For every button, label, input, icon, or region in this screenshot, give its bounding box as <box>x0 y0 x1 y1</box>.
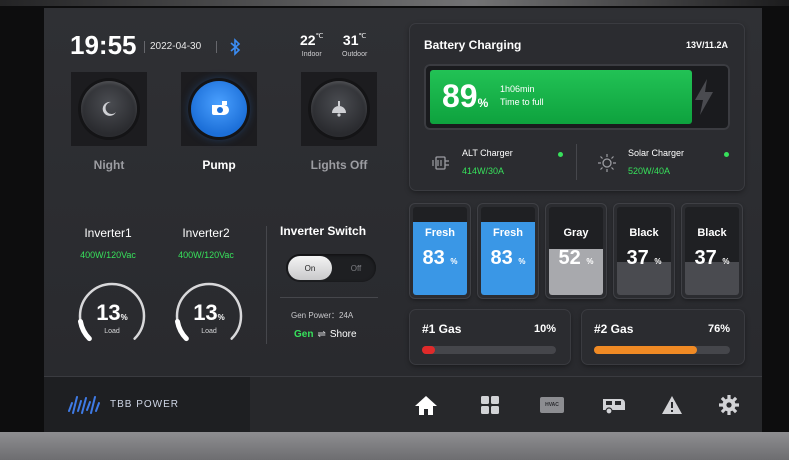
inverter-switch-title: Inverter Switch <box>280 224 367 238</box>
solar-charger-status-dot <box>724 152 729 157</box>
lights-off-button[interactable]: Lights Off <box>301 72 377 172</box>
inverter2-power: 400W/120Vac <box>178 250 234 260</box>
solar-charger-name: Solar Charger <box>628 148 685 158</box>
battery-voltage: 13V/11.2A <box>685 40 728 50</box>
tbb-logo-icon <box>68 396 100 414</box>
gen-power-readout: Gen Power：24A <box>291 311 354 320</box>
bezel-bottom-edge <box>0 432 789 460</box>
solar-charger-power: 520W/40A <box>628 166 671 176</box>
tank-value: 83 % <box>422 247 458 269</box>
inverter1-power: 400W/120Vac <box>80 250 136 260</box>
gas-2-card[interactable]: #2 Gas 76% <box>582 310 744 364</box>
tank-value: 37 % <box>626 247 662 269</box>
shore-source-label: Shore <box>329 329 357 340</box>
screen: 19:55 2022-04-30 22℃ Indoor 31℃ Outdoor … <box>44 8 762 432</box>
hvac-icon: HVAC <box>540 397 564 413</box>
divider <box>266 226 267 344</box>
brand-name: TBB POWER <box>110 399 180 410</box>
ceiling-lamp-icon <box>332 101 346 117</box>
gas-level-track <box>594 346 730 354</box>
gas-level-track <box>422 346 556 354</box>
tank-black-1[interactable]: Black 37 % <box>614 204 674 298</box>
brand-area: TBB POWER <box>44 377 250 432</box>
nav-camper[interactable] <box>600 391 628 419</box>
clock-date: 2022-04-30 <box>150 41 202 52</box>
battery-title: Battery Charging <box>424 38 522 52</box>
clock-time: 19:55 <box>70 30 137 60</box>
bluetooth-icon[interactable] <box>227 38 243 56</box>
camper-icon <box>603 399 625 415</box>
night-mode-button[interactable]: Night <box>71 72 147 172</box>
charging-bolt-icon <box>695 79 713 115</box>
sun-icon <box>598 154 616 172</box>
pump-label: Pump <box>202 158 236 172</box>
inverter1-name: Inverter1 <box>84 226 132 240</box>
alt-charger-name: ALT Charger <box>462 148 513 158</box>
inverter2-panel: Inverter2 400W/120Vac <box>156 226 256 260</box>
toggle-off-label: Off <box>350 263 362 273</box>
tank-name: Fresh <box>425 227 455 239</box>
tank-fresh-2[interactable]: Fresh 83 % <box>478 204 538 298</box>
gas-name: #2 Gas <box>594 322 634 336</box>
tank-gray[interactable]: Gray 52 % <box>546 204 606 298</box>
nav-hvac[interactable]: HVAC <box>538 391 566 419</box>
alt-charger-power: 414W/30A <box>462 166 505 176</box>
tank-name: Black <box>629 227 659 239</box>
power-source-row[interactable]: Gen ⇌ Shore <box>294 329 357 340</box>
tank-value: 37 % <box>694 247 730 269</box>
tank-name: Gray <box>563 227 589 239</box>
battery-percent: 89% <box>442 78 489 114</box>
inverter2-name: Inverter2 <box>182 226 230 240</box>
pump-icon <box>212 101 229 115</box>
warning-icon <box>662 396 682 414</box>
inverter2-load-gauge: 13% Load <box>173 280 245 352</box>
bezel-top-edge <box>0 0 789 6</box>
outdoor-temperature: 31℃ Outdoor <box>342 32 368 58</box>
nav-alerts[interactable] <box>658 391 686 419</box>
inverter1-load-gauge: 13% Load <box>76 280 148 352</box>
nav-dashboard[interactable] <box>476 391 504 419</box>
time-to-full-label: Time to full <box>500 97 544 107</box>
inverter1-panel: Inverter1 400W/120Vac <box>58 226 158 260</box>
tank-name: Black <box>697 227 727 239</box>
tank-black-2[interactable]: Black 37 % <box>682 204 742 298</box>
nav-home[interactable] <box>412 391 440 419</box>
gas-value: 10% <box>533 323 556 335</box>
alternator-icon <box>432 156 449 170</box>
gas-name: #1 Gas <box>422 322 462 336</box>
inverter-switch-toggle[interactable]: On Off <box>286 254 376 282</box>
nav-settings[interactable] <box>715 391 743 419</box>
toggle-on-label: On <box>288 256 332 280</box>
settings-gear-icon <box>719 395 739 415</box>
alt-charger-status-dot <box>558 152 563 157</box>
gas-value: 76% <box>707 323 730 335</box>
home-icon <box>415 396 437 415</box>
tank-name: Fresh <box>493 227 523 239</box>
gas-level-fill <box>422 346 435 354</box>
bottom-nav-bar: TBB POWER HVAC <box>44 376 762 432</box>
divider <box>280 297 378 298</box>
swap-icon: ⇌ <box>317 329 326 340</box>
time-to-full-value: 1h06min <box>500 84 535 94</box>
battery-card[interactable]: Battery Charging 13V/11.2A 89% 1h06min T… <box>410 24 744 190</box>
lights-off-label: Lights Off <box>310 158 368 172</box>
gen-source-label: Gen <box>294 329 314 340</box>
tank-fresh-1[interactable]: Fresh 83 % <box>410 204 470 298</box>
dashboard-grid-icon <box>481 396 499 414</box>
moon-icon <box>102 101 116 116</box>
divider <box>576 144 577 180</box>
divider <box>144 41 145 53</box>
indoor-temperature: 22℃ Indoor <box>300 32 324 58</box>
battery-level-bar: 89% 1h06min Time to full <box>424 64 730 130</box>
night-mode-label: Night <box>93 158 125 172</box>
tank-value: 52 % <box>558 247 594 269</box>
pump-button[interactable]: Pump <box>181 72 257 172</box>
divider <box>216 41 217 53</box>
gas-1-card[interactable]: #1 Gas 10% <box>410 310 570 364</box>
gas-level-fill <box>594 346 697 354</box>
tank-value: 83 % <box>490 247 526 269</box>
